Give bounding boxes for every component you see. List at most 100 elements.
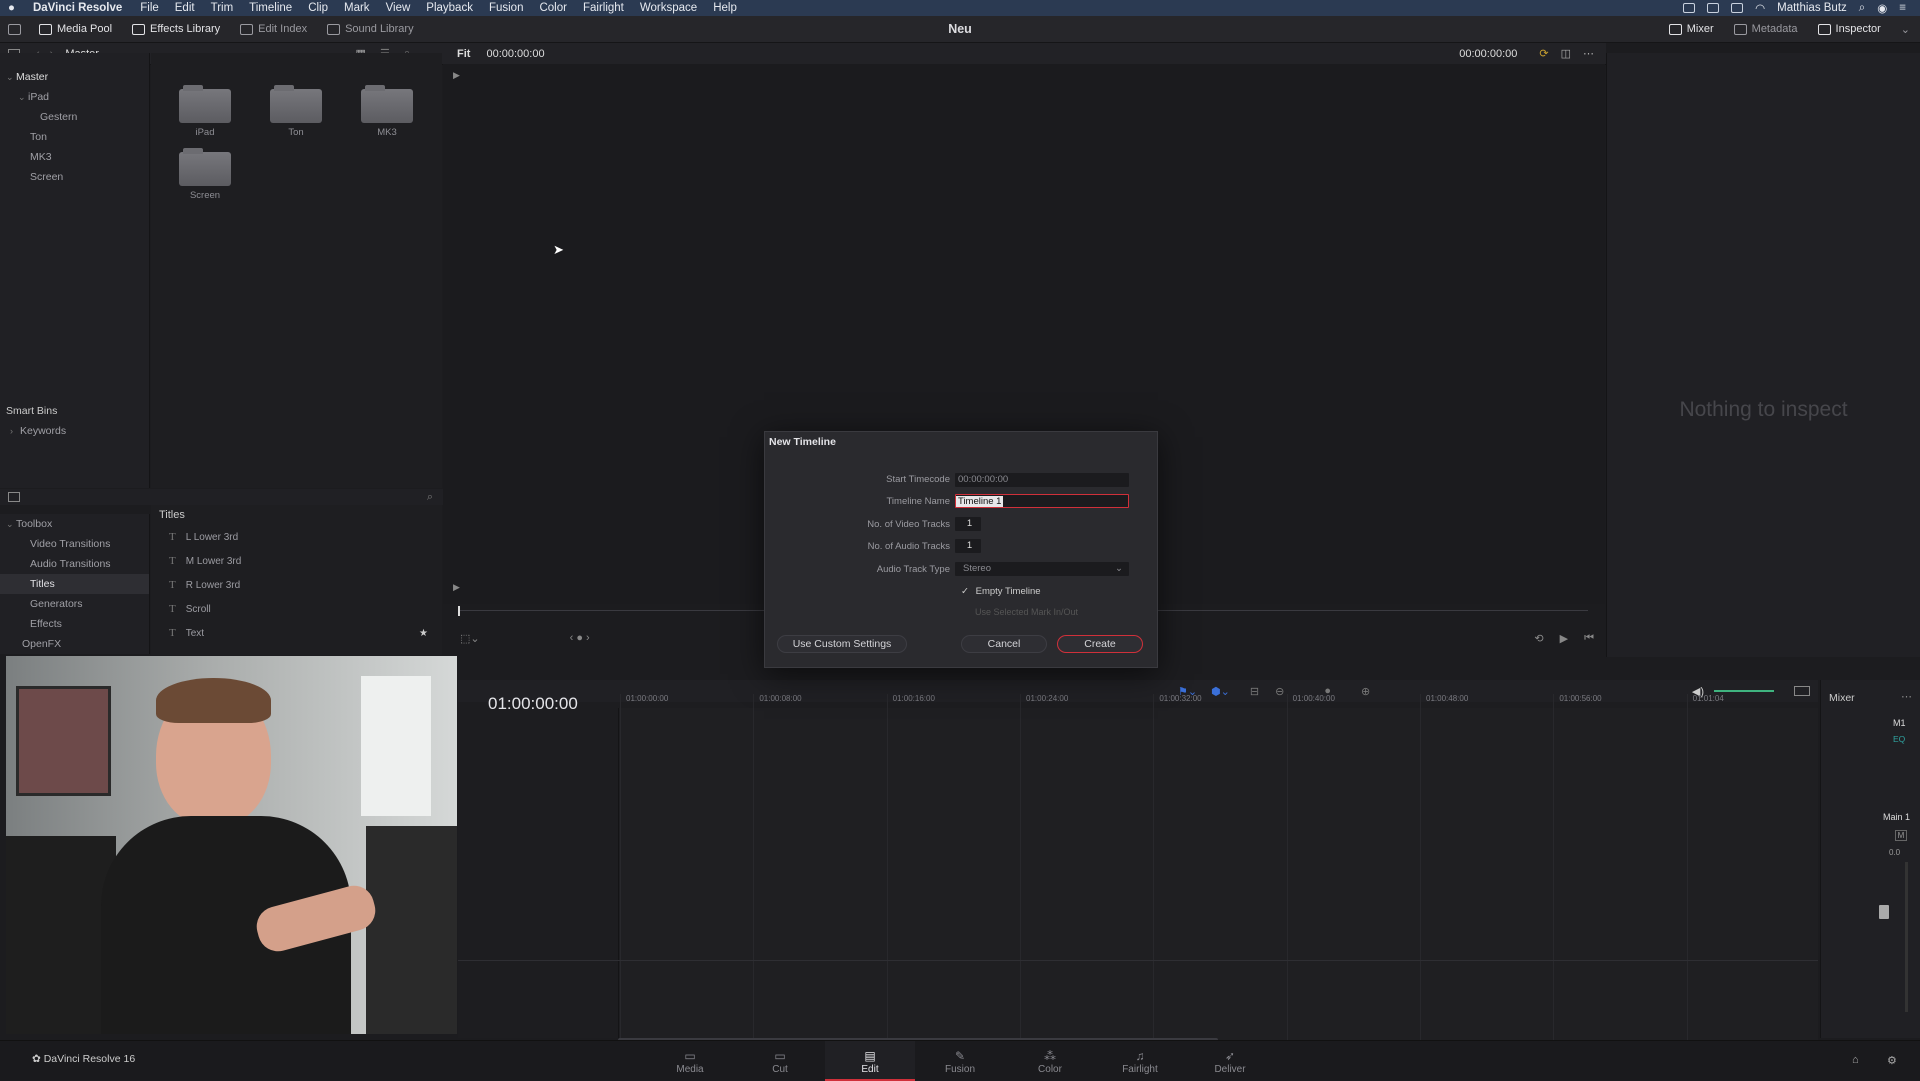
menu-trim[interactable]: Trim xyxy=(203,2,242,14)
bin-ton[interactable]: Ton xyxy=(0,127,149,147)
sync-icon[interactable]: ⟳ xyxy=(1539,47,1548,60)
page-color[interactable]: ⁂ Color xyxy=(1005,1041,1095,1081)
title-item[interactable]: TR Lower 3rd xyxy=(151,573,442,597)
menu-color[interactable]: Color xyxy=(531,2,574,14)
menu-mark[interactable]: Mark xyxy=(336,2,378,14)
eq-label[interactable]: EQ xyxy=(1893,734,1905,744)
scrubber-playhead[interactable] xyxy=(458,606,460,616)
menu-workspace[interactable]: Workspace xyxy=(632,2,705,14)
page-edit[interactable]: ▤ Edit xyxy=(825,1041,915,1081)
page-fairlight[interactable]: ♫ Fairlight xyxy=(1095,1041,1185,1081)
toolbox-titles[interactable]: Titles xyxy=(0,574,149,594)
empty-timeline-checkbox[interactable]: ✓ Empty Timeline xyxy=(961,586,1041,597)
mixer-button[interactable]: Mixer xyxy=(1659,23,1724,35)
menu-fusion[interactable]: Fusion xyxy=(481,2,532,14)
mute-button[interactable]: M xyxy=(1895,830,1907,841)
control-center-icon[interactable]: ≡ xyxy=(1899,2,1906,14)
workspace-toggle-icon[interactable] xyxy=(0,23,29,35)
bin-gestern[interactable]: Gestern xyxy=(0,107,149,127)
viewer-more-icon[interactable]: ⋯ xyxy=(1583,47,1594,60)
timemachine-icon[interactable] xyxy=(1731,3,1744,13)
bin-ipad[interactable]: ⌄ iPad xyxy=(0,87,149,107)
zoom-fit-select[interactable]: Fit xyxy=(457,48,470,60)
spotlight-icon[interactable]: ⌕ xyxy=(1859,2,1865,15)
menu-app-name[interactable]: DaVinci Resolve xyxy=(23,2,132,14)
folder-ipad[interactable]: iPad xyxy=(169,85,241,138)
bin-keywords[interactable]: › Keywords xyxy=(10,421,66,441)
title-item[interactable]: T Scroll xyxy=(151,597,442,621)
toolbox-root[interactable]: ⌄ Toolbox xyxy=(0,514,149,534)
expand-icon[interactable]: ⌄ xyxy=(1891,23,1920,36)
menu-edit[interactable]: Edit xyxy=(167,2,203,14)
jog-control[interactable]: ‹ ● › xyxy=(570,632,590,644)
folder-mk3[interactable]: MK3 xyxy=(351,85,423,138)
folder-ton[interactable]: Ton xyxy=(260,85,332,138)
use-marks-checkbox[interactable]: Use Selected Mark In/Out xyxy=(975,607,1078,617)
page-cut[interactable]: ▭ Cut xyxy=(735,1041,825,1081)
mixer-more-icon[interactable]: ⋯ xyxy=(1901,690,1912,703)
toolbox-video-transitions[interactable]: Video Transitions xyxy=(0,534,149,554)
folder-screen[interactable]: Screen xyxy=(169,148,241,201)
audio-tracks-field[interactable]: 1 xyxy=(955,539,981,553)
title-item[interactable]: T Text ★ xyxy=(151,621,442,645)
mixer-channel-m1: M1 xyxy=(1893,718,1906,728)
cloud-icon[interactable] xyxy=(1707,3,1720,13)
title-item[interactable]: TM Lower 3rd xyxy=(151,549,442,573)
timeline-name-field[interactable]: Timeline 1 xyxy=(955,494,1129,508)
apple-icon[interactable]: ● xyxy=(0,2,23,14)
effects-sidebar-icon[interactable] xyxy=(8,492,20,502)
crop-icon[interactable]: ⬚⌄ xyxy=(460,632,480,645)
create-button[interactable]: Create xyxy=(1057,635,1143,653)
play-icon[interactable]: ▶ xyxy=(1560,632,1568,645)
menu-timeline[interactable]: Timeline xyxy=(241,2,300,14)
loop-icon[interactable]: ⟲ xyxy=(1534,632,1543,645)
ruler-label: 01:00:32:00 xyxy=(1159,694,1202,703)
start-timecode-field[interactable]: 00:00:00:00 xyxy=(955,473,1129,487)
media-pool-button[interactable]: Media Pool xyxy=(29,23,122,35)
page-fusion[interactable]: ✎ Fusion xyxy=(915,1041,1005,1081)
menu-playback[interactable]: Playback xyxy=(418,2,481,14)
home-icon[interactable]: ⌂ xyxy=(1852,1054,1859,1066)
menu-fairlight[interactable]: Fairlight xyxy=(575,2,632,14)
toolbox-generators[interactable]: Generators xyxy=(0,594,149,614)
music-icon xyxy=(327,23,341,35)
timeline-tracks[interactable] xyxy=(618,708,1818,1048)
metadata-button[interactable]: Metadata xyxy=(1724,23,1808,35)
timeline-ruler[interactable]: 01:00:00:00 01:00:08:00 01:00:16:00 01:00:2… xyxy=(620,694,1820,1044)
sound-library-button[interactable]: Sound Library xyxy=(317,23,424,35)
toolbox-openfx[interactable]: OpenFX xyxy=(0,634,149,654)
siri-icon[interactable]: ◉ xyxy=(1877,1,1887,15)
settings-gear-icon[interactable]: ⚙ xyxy=(1887,1054,1897,1067)
wifi-icon[interactable]: ◠ xyxy=(1755,1,1765,15)
menu-view[interactable]: View xyxy=(378,2,419,14)
dual-viewer-icon[interactable]: ◫ xyxy=(1561,47,1571,60)
toolbox-audio-transitions[interactable]: Audio Transitions xyxy=(0,554,149,574)
audio-type-select[interactable]: Stereo ⌄ xyxy=(955,562,1129,576)
inspector-button[interactable]: Inspector xyxy=(1808,23,1891,35)
effects-search-icon[interactable]: ⌕ xyxy=(427,491,433,504)
menu-file[interactable]: File xyxy=(132,2,167,14)
page-deliver[interactable]: ➶ Deliver xyxy=(1185,1041,1275,1081)
title-item[interactable]: TL Lower 3rd xyxy=(151,525,442,549)
use-custom-settings-button[interactable]: Use Custom Settings xyxy=(777,635,907,653)
toolbox-effects[interactable]: Effects xyxy=(0,614,149,634)
volume-slider[interactable] xyxy=(1714,690,1774,692)
cancel-button[interactable]: Cancel xyxy=(961,635,1047,653)
favorite-star-icon[interactable]: ★ xyxy=(419,628,428,639)
page-media[interactable]: ▭ Media xyxy=(645,1041,735,1081)
bin-screen[interactable]: Screen xyxy=(0,167,149,187)
menu-clip[interactable]: Clip xyxy=(300,2,336,14)
user-name[interactable]: Matthias Butz xyxy=(1777,2,1847,14)
video-tracks-field[interactable]: 1 xyxy=(955,517,981,531)
effects-library-button[interactable]: Effects Library xyxy=(122,23,230,35)
ruler-label: 01:00:16:00 xyxy=(892,694,935,703)
skip-end-icon[interactable]: ⏮ xyxy=(1584,632,1594,645)
viewer-in-icon[interactable]: ▶ xyxy=(453,70,460,81)
viewer-out-icon[interactable]: ▶ xyxy=(453,582,460,593)
menu-help[interactable]: Help xyxy=(705,2,745,14)
bin-mk3[interactable]: MK3 xyxy=(0,147,149,167)
bin-master[interactable]: ⌄ Master xyxy=(0,67,149,87)
fader-knob[interactable] xyxy=(1879,905,1889,919)
screen-record-icon[interactable] xyxy=(1683,3,1696,13)
edit-index-button[interactable]: Edit Index xyxy=(230,23,317,35)
